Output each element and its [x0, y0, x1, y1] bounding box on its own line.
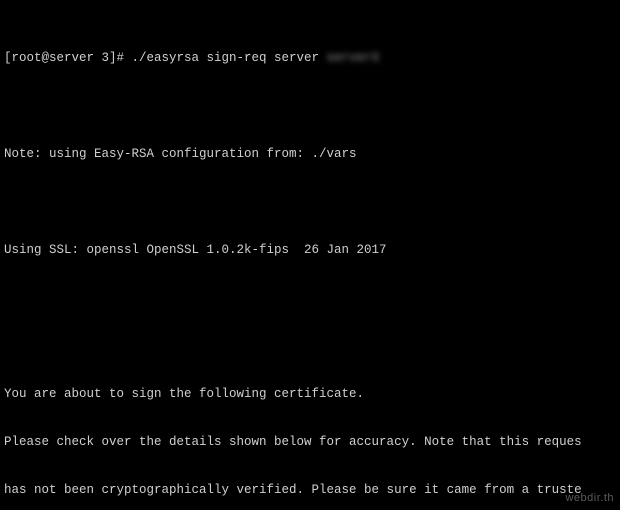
about-sign-2: Please check over the details shown belo…	[4, 434, 616, 450]
blank	[4, 98, 616, 114]
shell-prompt: [root@server 3]#	[4, 51, 124, 65]
blank	[4, 290, 616, 306]
prompt-line: [root@server 3]# ./easyrsa sign-req serv…	[4, 50, 616, 66]
note-config: Note: using Easy-RSA configuration from:…	[4, 146, 616, 162]
using-ssl: Using SSL: openssl OpenSSL 1.0.2k-fips 2…	[4, 242, 616, 258]
blank	[4, 194, 616, 210]
terminal-output: [root@server 3]# ./easyrsa sign-req serv…	[0, 0, 620, 510]
about-sign-3: has not been cryptographically verified.…	[4, 482, 616, 498]
command-arg-hidden: serverX	[327, 51, 380, 65]
about-sign-1: You are about to sign the following cert…	[4, 386, 616, 402]
blank	[4, 338, 616, 354]
command-text: ./easyrsa sign-req server	[124, 51, 327, 65]
